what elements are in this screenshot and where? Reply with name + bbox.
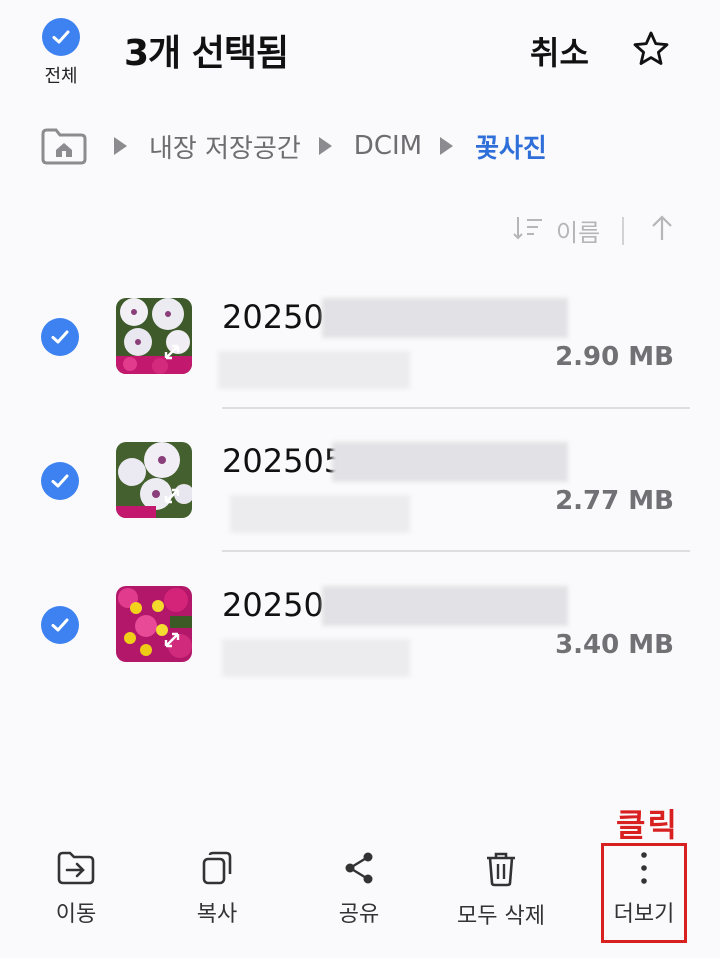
- select-all-checkbox[interactable]: 전체: [30, 18, 92, 88]
- select-all-label: 전체: [44, 66, 78, 87]
- more-vertical-icon: [641, 852, 647, 884]
- checkmark-icon: [42, 18, 80, 56]
- breadcrumb-item-dcim[interactable]: DCIM: [354, 131, 422, 161]
- breadcrumb: 내장 저장공간 DCIM 꽃사진: [110, 128, 547, 164]
- file-size: 3.40 MB: [555, 630, 674, 660]
- sort-divider: [622, 216, 625, 245]
- breadcrumb-current: 꽃사진: [475, 133, 547, 164]
- list-item[interactable]: 20250 2.90 MB: [0, 298, 720, 389]
- checkmark-icon[interactable]: [41, 606, 79, 644]
- copy-button[interactable]: 복사: [157, 850, 277, 928]
- page-title: 3개 선택됨: [124, 33, 289, 74]
- file-name: 202505: [222, 442, 345, 480]
- delete-all-button[interactable]: 모두 삭제: [441, 850, 561, 930]
- file-size: 2.77 MB: [555, 486, 674, 516]
- redacted-date: [222, 639, 410, 677]
- move-label: 이동: [55, 902, 97, 927]
- divider: [222, 550, 690, 552]
- checkmark-icon[interactable]: [41, 462, 79, 500]
- chevron-right-icon: [440, 137, 454, 155]
- redacted-name: [322, 586, 568, 626]
- file-size: 2.90 MB: [555, 342, 674, 372]
- redacted-date: [230, 495, 410, 533]
- move-folder-icon: [57, 851, 95, 885]
- redacted-name: [332, 442, 568, 482]
- redacted-date: [218, 351, 410, 389]
- list-item[interactable]: 202505 2.77 MB: [0, 442, 720, 533]
- share-label: 공유: [338, 902, 380, 927]
- copy-label: 복사: [196, 902, 238, 927]
- list-item[interactable]: 20250 3.40 MB: [0, 586, 720, 677]
- sort-label[interactable]: 이름: [556, 213, 600, 248]
- file-name: 20250: [222, 586, 324, 624]
- thumbnail-image: [116, 442, 192, 518]
- more-button[interactable]: 더보기: [584, 850, 704, 928]
- breadcrumb-item-internal[interactable]: 내장 저장공간: [149, 128, 301, 165]
- sort-direction-icon[interactable]: [650, 214, 674, 248]
- star-icon[interactable]: [632, 30, 670, 68]
- cancel-button[interactable]: 취소: [530, 28, 589, 74]
- thumbnail-image: [116, 586, 192, 662]
- file-name: 20250: [222, 298, 324, 336]
- sort-order-icon[interactable]: [512, 214, 546, 248]
- redacted-name: [322, 298, 568, 338]
- trash-icon: [487, 852, 515, 887]
- share-icon: [345, 852, 373, 884]
- share-button[interactable]: 공유: [299, 850, 419, 928]
- chevron-right-icon: [318, 137, 332, 155]
- delete-all-label: 모두 삭제: [457, 904, 545, 929]
- home-folder-icon[interactable]: [40, 126, 88, 166]
- sort-control[interactable]: 이름: [512, 213, 674, 248]
- annotation-label: 클릭: [616, 806, 679, 844]
- copy-icon: [202, 851, 232, 885]
- more-label: 더보기: [613, 902, 675, 927]
- thumbnail-image: [116, 298, 192, 374]
- chevron-right-icon: [114, 137, 127, 155]
- move-button[interactable]: 이동: [16, 850, 136, 928]
- divider: [222, 407, 690, 409]
- checkmark-icon[interactable]: [41, 318, 79, 356]
